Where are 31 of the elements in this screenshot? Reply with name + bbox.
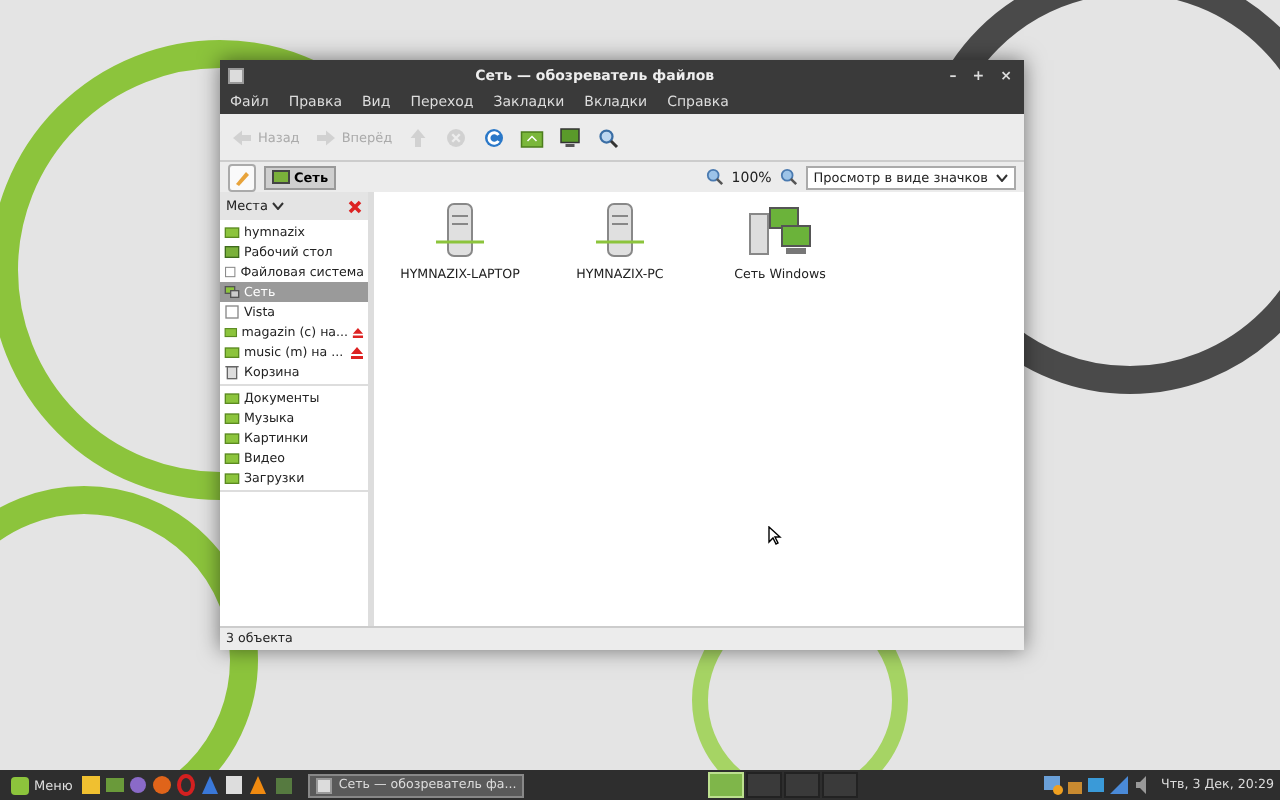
close-icon[interactable]	[348, 199, 362, 213]
monitor-icon	[558, 125, 583, 149]
caret-icon[interactable]	[271, 202, 284, 210]
workspace-switcher[interactable]	[822, 772, 859, 798]
eject-icon[interactable]	[350, 345, 364, 359]
server-computer-icon	[594, 202, 646, 262]
network-icon	[272, 169, 290, 185]
desktop-icon	[224, 244, 240, 260]
caret-icon[interactable]	[996, 173, 1008, 181]
eject-icon[interactable]	[352, 325, 364, 339]
workspace-switcher[interactable]	[746, 772, 783, 798]
reload-button[interactable]	[480, 123, 509, 151]
menu-logo-icon	[10, 775, 30, 795]
zoom-in-icon[interactable]	[779, 168, 798, 186]
forward-arrow-icon	[313, 125, 338, 149]
mouse-pointer-icon	[768, 526, 782, 546]
window-icon	[316, 777, 333, 793]
zoom-out-icon[interactable]	[705, 168, 724, 186]
search-icon	[596, 125, 621, 149]
folder-icon	[224, 224, 240, 240]
search-button[interactable]	[594, 123, 623, 151]
window-icon	[228, 67, 244, 83]
folder-icon	[520, 125, 545, 149]
up-arrow-icon	[406, 125, 431, 149]
stop-icon	[444, 125, 469, 149]
reload-icon	[482, 125, 507, 149]
workspace-switcher[interactable]	[784, 772, 821, 798]
back-arrow-icon	[230, 125, 254, 149]
server-computer-icon	[434, 202, 486, 262]
network-icon	[224, 284, 240, 300]
computer-button[interactable]	[556, 123, 585, 151]
